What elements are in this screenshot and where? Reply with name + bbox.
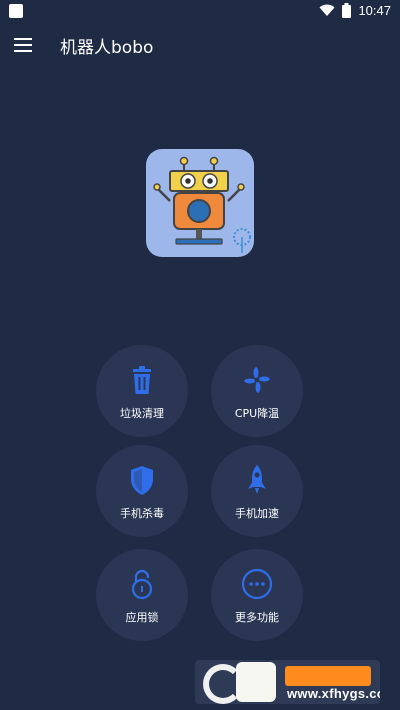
feature-label: 应用锁	[125, 611, 159, 624]
watermark-tile-icon	[236, 662, 276, 702]
rocket-icon	[248, 465, 266, 494]
feature-label: 手机杀毒	[120, 507, 164, 520]
watermark-badge	[285, 666, 371, 686]
watermark-text: www.xfhygs.com	[287, 686, 380, 701]
hamburger-menu-icon	[14, 38, 32, 52]
feature-label: 手机加速	[235, 507, 279, 520]
shield-icon	[131, 466, 153, 495]
feature-label: 更多功能	[235, 611, 279, 624]
feature-label: CPU降温	[234, 407, 280, 420]
status-right: 10:47	[319, 3, 391, 18]
feature-junk-clean-button[interactable]: 垃圾清理	[96, 345, 188, 437]
more-icon	[241, 568, 273, 600]
status-bar: 10:47	[0, 0, 400, 24]
feature-app-lock-button[interactable]: 应用锁	[96, 549, 188, 641]
watermark-overlay: www.xfhygs.com	[195, 660, 380, 704]
feature-speed-up-button[interactable]: 手机加速	[211, 445, 303, 537]
fan-icon	[244, 367, 270, 393]
robot-logo-icon	[153, 156, 251, 253]
app-notification-icon	[9, 4, 23, 18]
feature-more-button[interactable]: 更多功能	[211, 549, 303, 641]
feature-cpu-cool-button[interactable]: CPU降温	[211, 345, 303, 437]
menu-button[interactable]	[10, 32, 36, 58]
feature-label: 垃圾清理	[120, 407, 164, 420]
app-bar: 机器人bobo	[0, 24, 400, 66]
wifi-icon	[319, 4, 335, 16]
feature-antivirus-button[interactable]: 手机杀毒	[96, 445, 188, 537]
app-title: 机器人bobo	[60, 38, 154, 58]
lock-icon	[131, 569, 153, 600]
status-time: 10:47	[358, 3, 391, 18]
trash-icon	[133, 366, 151, 394]
battery-icon	[342, 3, 352, 18]
robot-logo	[146, 149, 254, 257]
